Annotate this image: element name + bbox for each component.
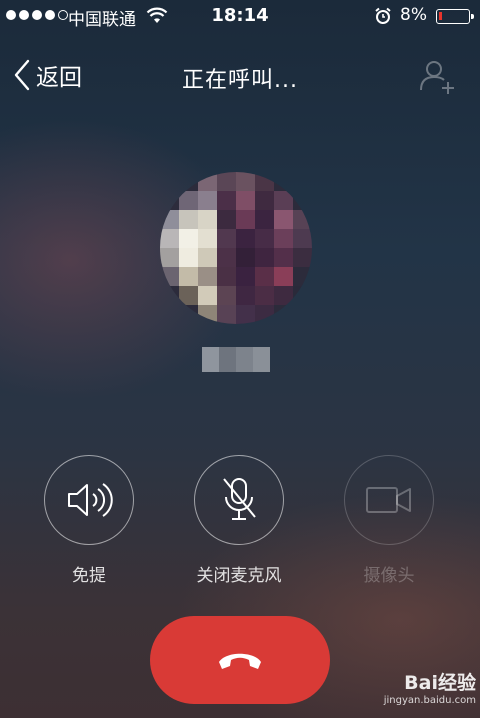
status-bar: 中国联通 18:14 8%	[0, 0, 480, 32]
camera-button[interactable]: 摄像头	[343, 455, 435, 586]
page-title: 正在呼叫...	[182, 68, 298, 93]
caller-avatar	[160, 172, 312, 324]
alarm-icon	[375, 7, 391, 24]
add-contact-icon[interactable]	[418, 56, 458, 96]
battery-percentage: 8%	[400, 5, 427, 25]
mute-microphone-button[interactable]: 关闭麦克风	[193, 455, 285, 586]
speaker-icon	[68, 483, 113, 517]
speaker-button[interactable]: 免提	[43, 455, 135, 586]
speaker-label: 免提	[72, 566, 106, 586]
mute-label: 关闭麦克风	[196, 566, 282, 586]
battery-icon	[436, 9, 474, 24]
phone-hangup-icon	[219, 653, 261, 669]
caller-name-masked	[202, 347, 270, 372]
microphone-off-icon	[223, 478, 256, 520]
baidu-jingyan-watermark: Bai经验 jingyan.baidu.com	[366, 668, 476, 706]
watermark-url: jingyan.baidu.com	[383, 695, 476, 706]
nav-bar: 返回 正在呼叫...	[0, 44, 480, 104]
hang-up-button[interactable]	[150, 616, 330, 704]
watermark-logo: Bai经验	[404, 672, 476, 694]
camera-label: 摄像头	[363, 566, 415, 586]
video-camera-icon	[366, 487, 411, 513]
